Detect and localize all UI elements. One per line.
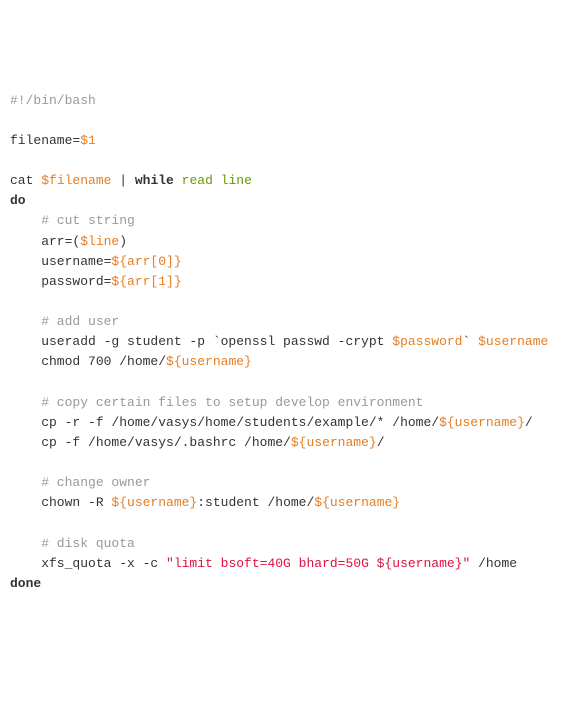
arr0-var: ${arr[0]}: [111, 254, 181, 269]
username-var: $username: [478, 334, 548, 349]
filename-assign-rhs: $1: [80, 133, 96, 148]
cp1-cmd-a: cp -r -f /home/vasys/home/students/examp…: [10, 415, 439, 430]
cp1-cmd-b: /: [525, 415, 533, 430]
username-var-3: ${username}: [439, 415, 525, 430]
arr1-var: ${arr[1]}: [111, 274, 181, 289]
comment-copy: # copy certain files to setup develop en…: [10, 395, 423, 410]
cp2-cmd-b: /: [377, 435, 385, 450]
chown-cmd-a: chown -R: [10, 495, 111, 510]
comment-owner: # change owner: [10, 475, 150, 490]
arr-assign-lhs: arr=(: [10, 234, 80, 249]
comment-adduser: # add user: [10, 314, 119, 329]
arr-assign-rhs: ): [119, 234, 127, 249]
password-assign-lhs: password=: [10, 274, 111, 289]
do-keyword: do: [10, 193, 26, 208]
code-block: #!/bin/bash filename=$1 cat $filename | …: [10, 91, 556, 595]
done-keyword: done: [10, 576, 41, 591]
comment-cut: # cut string: [10, 213, 135, 228]
chown-cmd-b: :student /home/: [197, 495, 314, 510]
shebang: #!/bin/bash: [10, 93, 96, 108]
pipe: |: [111, 173, 134, 188]
username-var-4: ${username}: [291, 435, 377, 450]
cat-cmd: cat: [10, 173, 41, 188]
xfs-cmd-b: /home: [470, 556, 517, 571]
useradd-cmd-b: `: [462, 334, 478, 349]
password-var: $password: [392, 334, 462, 349]
username-var-2: ${username}: [166, 354, 252, 369]
line-var: $line: [80, 234, 119, 249]
comment-quota: # disk quota: [10, 536, 135, 551]
chmod-cmd: chmod 700 /home/: [10, 354, 166, 369]
cp2-cmd-a: cp -f /home/vasys/.bashrc /home/: [10, 435, 291, 450]
read-cmd: read line: [174, 173, 252, 188]
xfs-string: "limit bsoft=40G bhard=50G ${username}": [166, 556, 470, 571]
filename-var: $filename: [41, 173, 111, 188]
useradd-cmd-a: useradd -g student -p `openssl passwd -c…: [10, 334, 392, 349]
username-var-6: ${username}: [314, 495, 400, 510]
xfs-cmd-a: xfs_quota -x -c: [10, 556, 166, 571]
username-var-5: ${username}: [111, 495, 197, 510]
username-assign-lhs: username=: [10, 254, 111, 269]
filename-assign-lhs: filename=: [10, 133, 80, 148]
while-keyword: while: [135, 173, 174, 188]
